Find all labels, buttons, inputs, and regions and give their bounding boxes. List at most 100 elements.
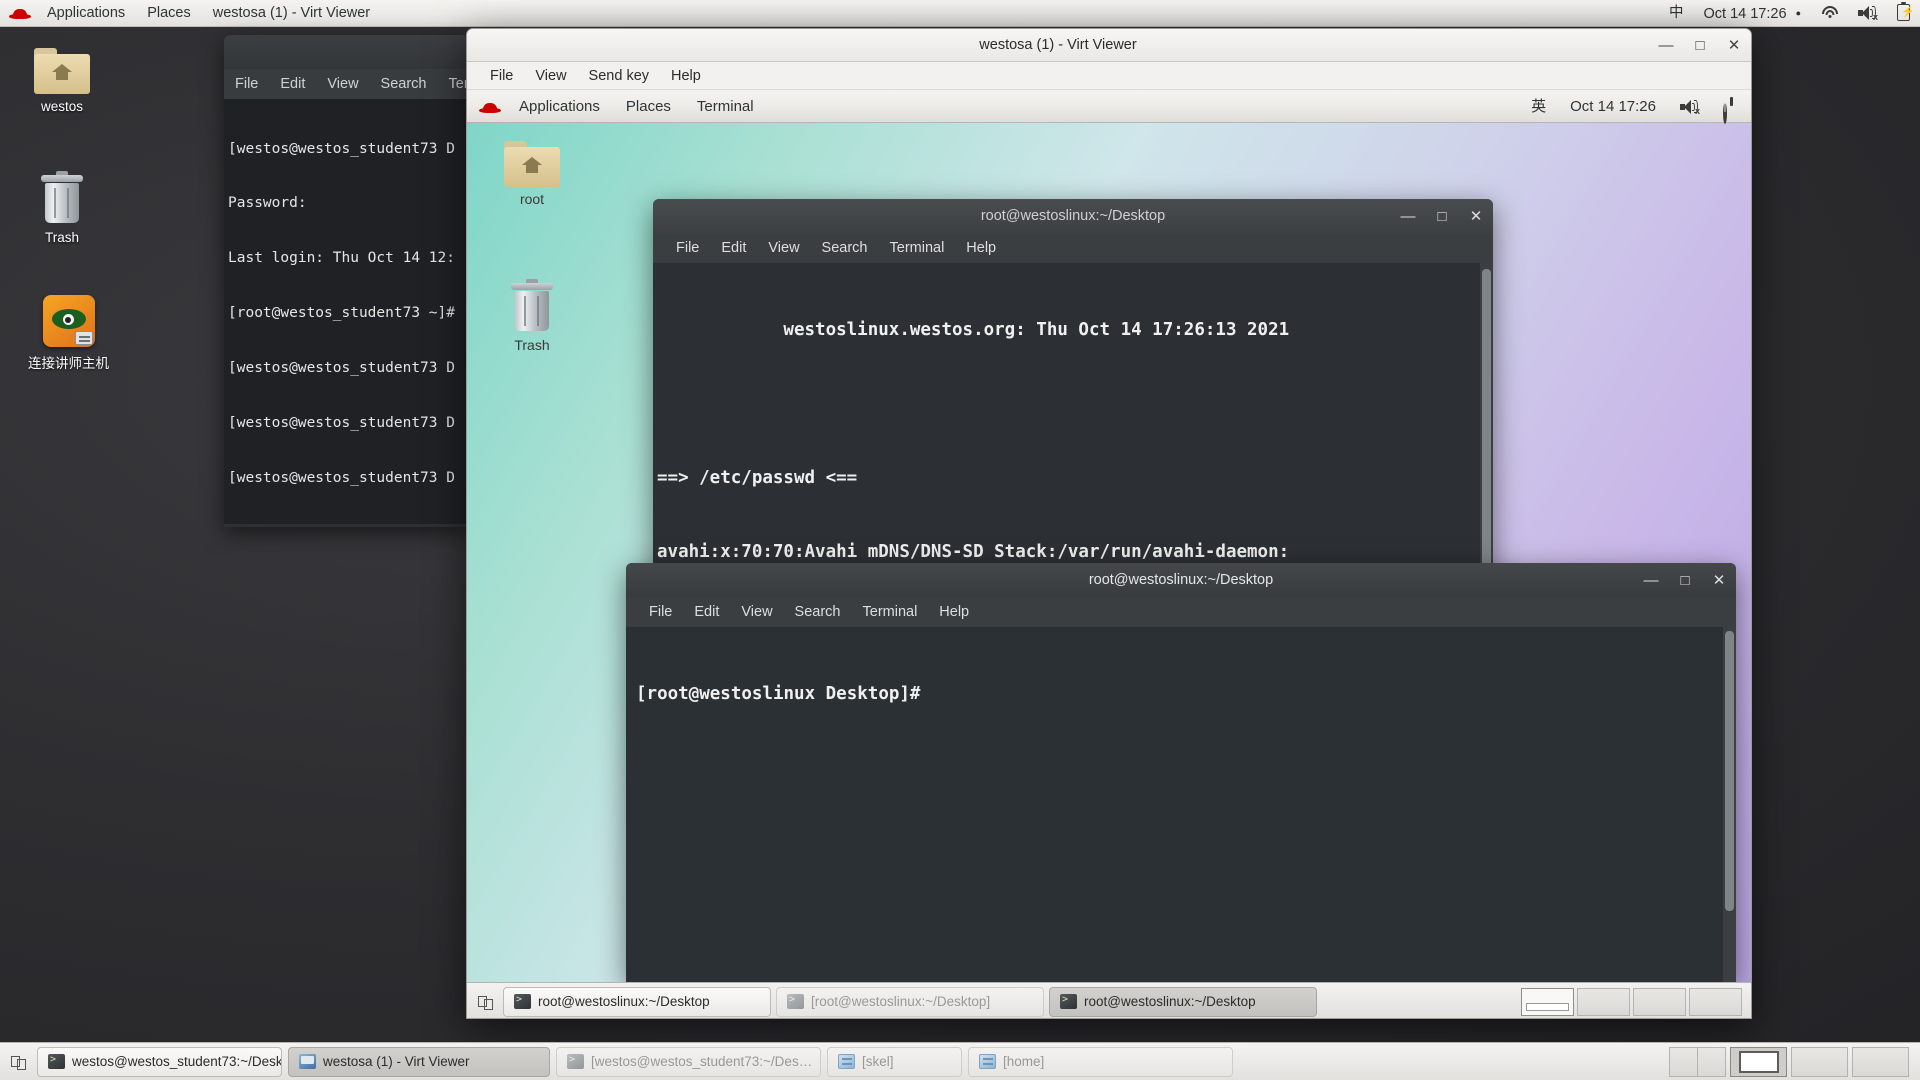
virt-viewer-menubar: File View Send key Help (467, 62, 1751, 90)
maximize-button[interactable]: □ (1683, 29, 1717, 62)
term-line: [westos@westos_student73 D (228, 359, 471, 377)
menu-file[interactable]: File (638, 597, 683, 627)
guest-desktop: ux root Trash (467, 123, 1751, 982)
scrollbar[interactable] (1723, 627, 1736, 982)
guest-menu-places[interactable]: Places (613, 91, 684, 123)
term-line: [root@westos_student73 ~]# (228, 304, 471, 322)
guest-taskbar: root@westoslinux:~/Desktop [root@westosl… (467, 982, 1751, 1019)
workspace-3[interactable] (1791, 1047, 1848, 1077)
host-ime-indicator[interactable]: 中 (1659, 0, 1694, 27)
host-background-terminal-window[interactable]: File Edit View Search Termin [westos@wes… (224, 35, 471, 527)
guest-screen[interactable]: Applications Places Terminal 英 Oct 14 17… (467, 91, 1751, 1019)
guest-menu-terminal[interactable]: Terminal (684, 91, 767, 123)
speaker-muted-icon[interactable]: x (1669, 91, 1710, 123)
guest-ime-indicator[interactable]: 英 (1520, 91, 1557, 123)
host-desktop: Applications Places westosa (1) - Virt V… (0, 0, 1920, 1080)
menu-view[interactable]: View (524, 62, 577, 90)
host-taskbar-button-virt-viewer[interactable]: westosa (1) - Virt Viewer (288, 1047, 550, 1077)
workspace-4[interactable] (1689, 988, 1742, 1016)
host-workspace-switcher[interactable] (1669, 1047, 1915, 1077)
host-top-panel: Applications Places westosa (1) - Virt V… (0, 0, 1920, 27)
desktop-icon-westos[interactable]: westos (16, 48, 108, 114)
taskbar-button-terminal-1[interactable]: root@westoslinux:~/Desktop (503, 987, 771, 1017)
host-bg-term-titlebar[interactable] (224, 35, 471, 69)
close-button[interactable]: ✕ (1717, 29, 1751, 62)
show-desktop-icon[interactable] (472, 988, 498, 1016)
host-active-window-title[interactable]: westosa (1) - Virt Viewer (202, 0, 381, 27)
workspace-2[interactable] (1730, 1047, 1787, 1077)
menu-help[interactable]: Help (660, 62, 712, 90)
menu-view[interactable]: View (327, 76, 358, 92)
minimize-button[interactable]: — (1634, 564, 1668, 597)
terminal-icon (1060, 994, 1077, 1009)
close-button[interactable]: ✕ (1459, 200, 1493, 233)
host-clock[interactable]: Oct 14 17:26 ● (1694, 0, 1812, 27)
menu-file[interactable]: File (479, 62, 524, 90)
menu-file[interactable]: File (235, 76, 258, 92)
menu-help[interactable]: Help (928, 597, 980, 627)
guest-terminal-window-front[interactable]: root@westoslinux:~/Desktop — □ ✕ File Ed… (626, 563, 1736, 982)
minimize-button[interactable]: — (1391, 200, 1425, 233)
menu-view[interactable]: View (757, 233, 810, 263)
terminal-icon (48, 1054, 65, 1069)
maximize-button[interactable]: □ (1425, 200, 1459, 233)
host-taskbar-button-terminal-2[interactable]: [westos@westos_student73:~/Des… (556, 1047, 821, 1077)
menu-edit[interactable]: Edit (683, 597, 730, 627)
desktop-icon-label: Trash (45, 230, 79, 245)
battery-icon[interactable]: ⚡ (1887, 0, 1920, 27)
titlebar[interactable]: root@westoslinux:~/Desktop — □ ✕ (653, 199, 1493, 233)
workspace-4[interactable] (1852, 1047, 1909, 1077)
taskbar-button-label: westosa (1) - Virt Viewer (323, 1054, 470, 1069)
taskbar-button-terminal-2[interactable]: [root@westoslinux:~/Desktop] (776, 987, 1044, 1017)
host-taskbar-button-skel[interactable]: [skel] (827, 1047, 962, 1077)
file-manager-icon (838, 1054, 855, 1069)
menu-search[interactable]: Search (381, 76, 427, 92)
host-bg-term-output: [westos@westos_student73 D Password: Las… (224, 99, 471, 524)
menu-edit[interactable]: Edit (280, 76, 305, 92)
virt-viewer-titlebar[interactable]: westosa (1) - Virt Viewer — □ ✕ (467, 29, 1751, 62)
menu-edit[interactable]: Edit (710, 233, 757, 263)
maximize-button[interactable]: □ (1668, 564, 1702, 597)
menu-help[interactable]: Help (955, 233, 1007, 263)
titlebar[interactable]: root@westoslinux:~/Desktop — □ ✕ (626, 563, 1736, 597)
guest-workspace-switcher[interactable] (1521, 988, 1746, 1016)
terminal-output[interactable]: [root@westoslinux Desktop]# (626, 627, 1736, 982)
host-taskbar-button-home[interactable]: [home] (968, 1047, 1233, 1077)
term-prompt-line: [root@westoslinux Desktop]# (636, 682, 1736, 707)
menu-search[interactable]: Search (811, 233, 879, 263)
minimize-button[interactable]: — (1649, 29, 1683, 62)
menu-file[interactable]: File (665, 233, 710, 263)
workspace-1[interactable] (1521, 988, 1574, 1016)
menu-search[interactable]: Search (784, 597, 852, 627)
guest-desktop-icon-trash[interactable]: Trash (487, 283, 577, 353)
speaker-muted-icon[interactable]: x (1848, 0, 1887, 27)
taskbar-button-label: [skel] (862, 1054, 894, 1069)
guest-desktop-icon-root[interactable]: root (487, 141, 577, 207)
host-menu-places[interactable]: Places (136, 0, 202, 27)
desktop-icon-connect-instructor[interactable]: 连接讲师主机 (16, 295, 121, 372)
close-button[interactable]: ✕ (1702, 564, 1736, 597)
guest-menu-applications[interactable]: Applications (506, 91, 613, 123)
host-taskbar-button-terminal-1[interactable]: westos@westos_student73:~/Desk… (37, 1047, 282, 1077)
desktop-icon-trash[interactable]: Trash (16, 175, 108, 245)
power-icon[interactable] (1712, 91, 1751, 123)
workspace-3[interactable] (1633, 988, 1686, 1016)
menubar: File Edit View Search Terminal Help (653, 233, 1493, 263)
show-desktop-icon[interactable] (5, 1048, 31, 1076)
taskbar-button-terminal-3[interactable]: root@westoslinux:~/Desktop (1049, 987, 1317, 1017)
term-line: westoslinux.westos.org: Thu Oct 14 17:26… (657, 318, 1493, 343)
host-menu-applications[interactable]: Applications (36, 0, 136, 27)
trash-icon (509, 283, 555, 333)
term-line: ==> /etc/passwd <== (657, 466, 1493, 491)
wifi-icon[interactable] (1811, 0, 1848, 27)
guest-clock[interactable]: Oct 14 17:26 (1559, 91, 1667, 123)
guest-desktop-icon-label: root (520, 191, 544, 207)
menu-view[interactable]: View (730, 597, 783, 627)
workspace-2[interactable] (1577, 988, 1630, 1016)
menu-terminal[interactable]: Terminal (852, 597, 929, 627)
guest-panel-status-area: 英 Oct 14 17:26 x (1520, 91, 1751, 123)
menu-terminal[interactable]: Terminal (879, 233, 956, 263)
virt-viewer-window[interactable]: westosa (1) - Virt Viewer — □ ✕ File Vie… (466, 28, 1752, 1019)
menu-send-key[interactable]: Send key (578, 62, 660, 90)
workspace-1[interactable] (1669, 1047, 1726, 1077)
